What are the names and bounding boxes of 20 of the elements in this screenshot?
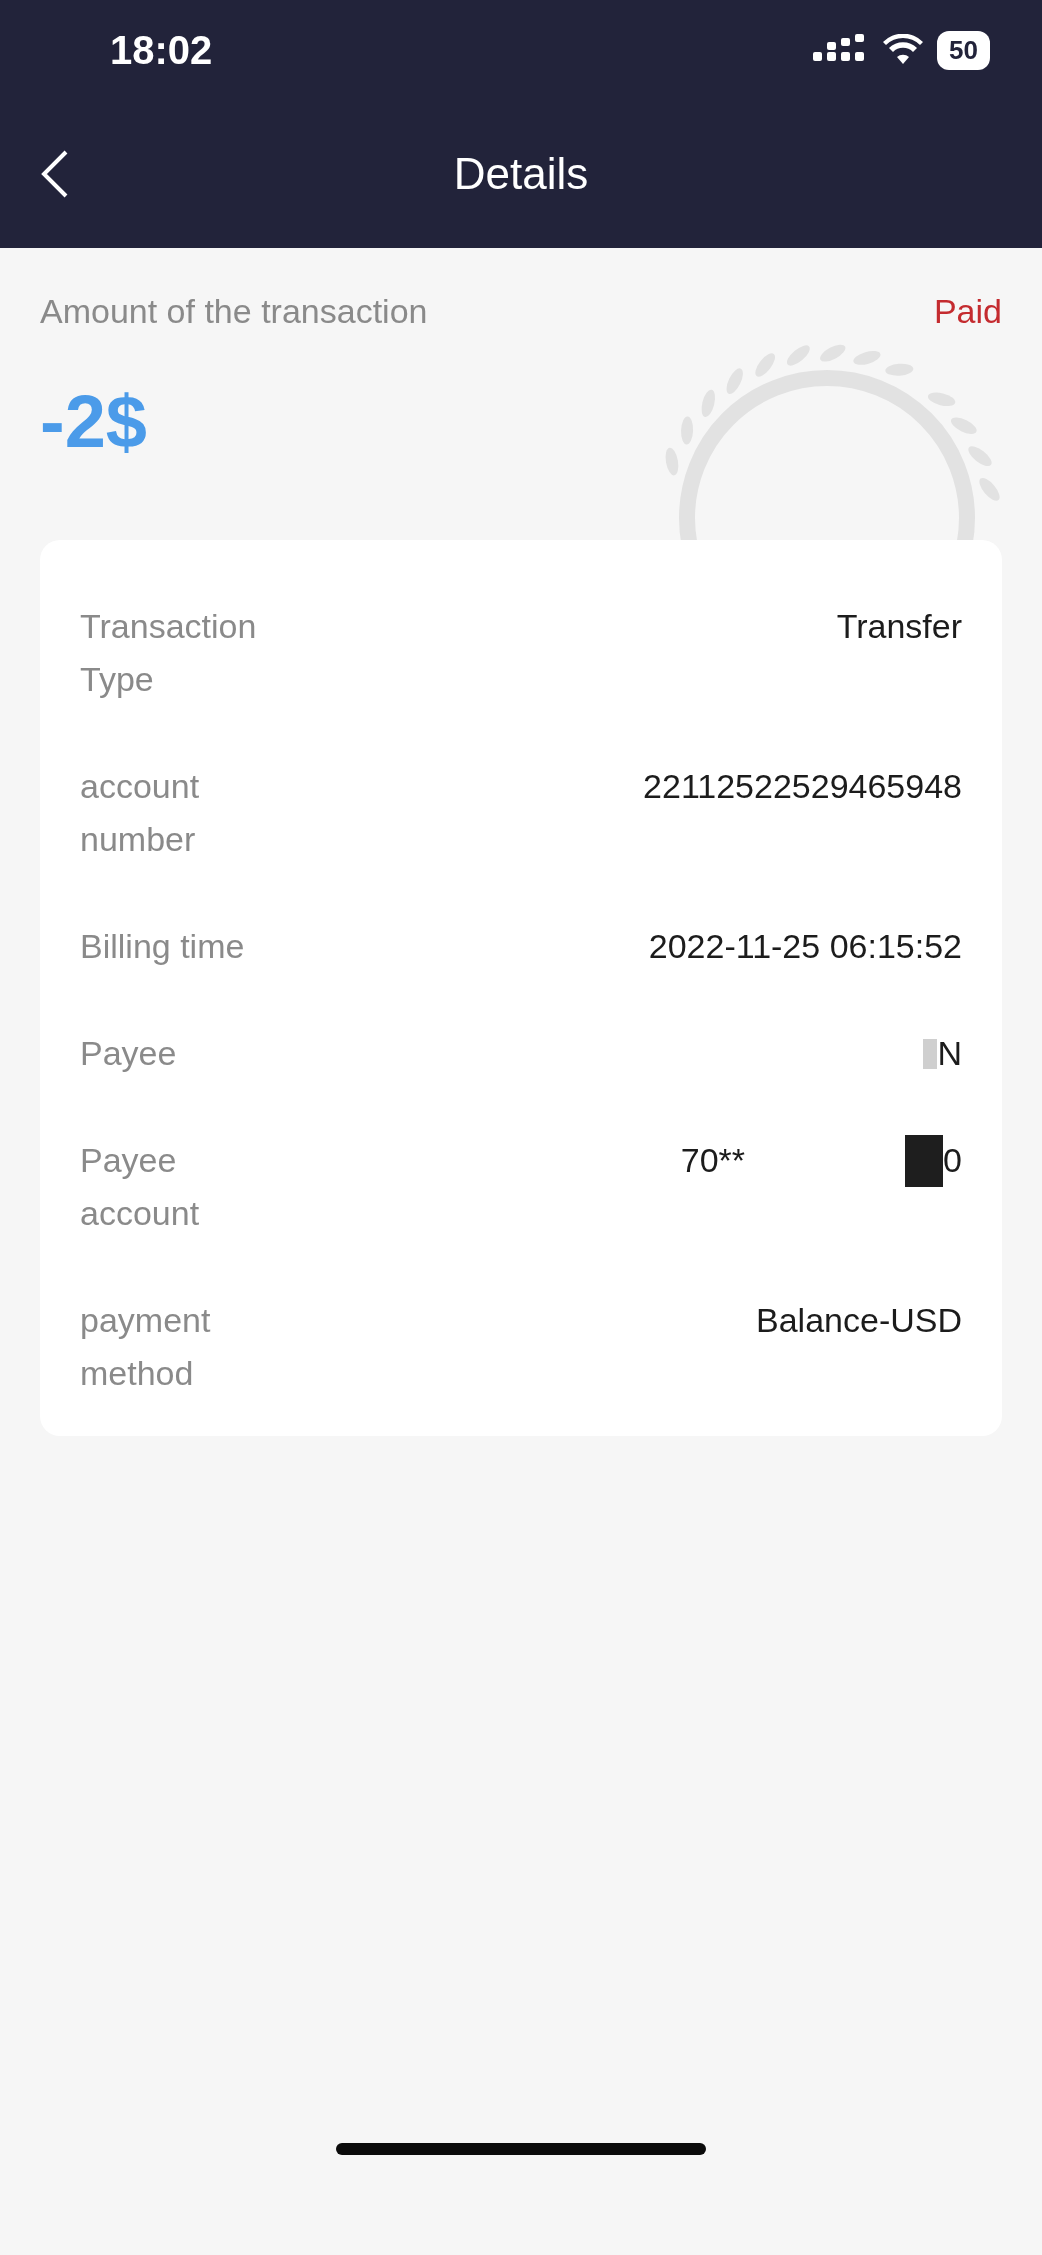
detail-value: 70** [680, 1140, 746, 1181]
amount-label: Amount of the transaction [40, 292, 428, 331]
page-title: Details [453, 149, 589, 199]
detail-label: Billing time [80, 926, 246, 967]
detail-label: payment method [80, 1300, 212, 1394]
status-time: 18:02 [110, 27, 213, 73]
detail-label: Transaction Type [80, 606, 258, 700]
amount-value: -2$ [40, 379, 148, 464]
status-text: Paid [933, 292, 1002, 331]
detail-label: Payee account [80, 1140, 201, 1234]
wifi-icon [883, 34, 924, 66]
detail-value: 22112522529465948 [643, 766, 962, 807]
detail-value: 0 [943, 1140, 962, 1181]
detail-value: Balance-USD [756, 1300, 962, 1341]
detail-value: Transfer [836, 606, 962, 647]
battery-level: 50 [937, 30, 990, 70]
detail-label: Payee [80, 1033, 178, 1074]
detail-value: N [937, 1033, 962, 1074]
detail-label: account number [80, 766, 201, 860]
detail-value: 2022-11-25 06:15:52 [648, 926, 962, 967]
